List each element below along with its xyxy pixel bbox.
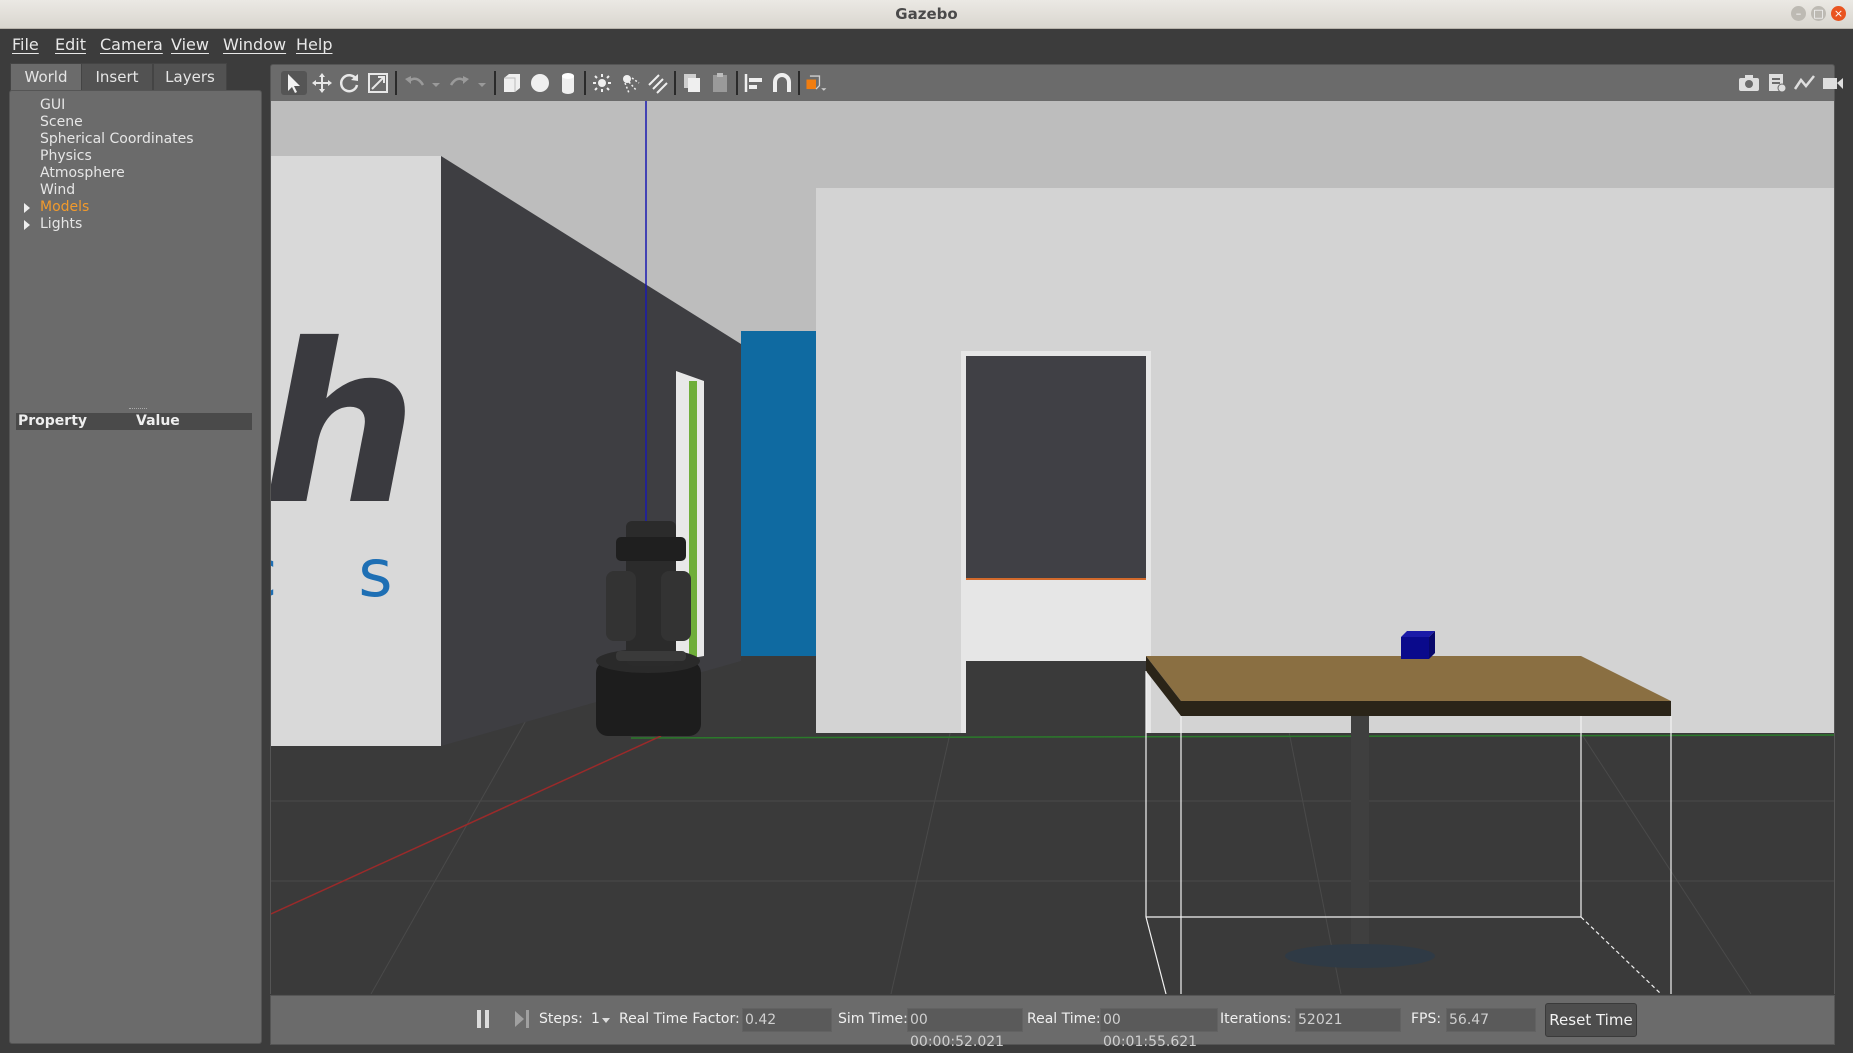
maximize-icon[interactable]: □ [1811, 6, 1826, 21]
tree-item-label: Models [40, 199, 90, 215]
menu-window[interactable]: Window [221, 33, 288, 56]
world-panel: GUI Scene Spherical Coordinates Physics … [9, 90, 262, 1044]
pause-icon[interactable] [475, 1010, 491, 1028]
blue-cube-model[interactable] [1401, 631, 1435, 659]
paste-icon[interactable] [707, 71, 733, 95]
scene-3d-viewport[interactable]: h c s [270, 101, 1835, 994]
window-title: Gazebo [895, 5, 958, 23]
tree-item-gui[interactable]: GUI [40, 97, 194, 114]
toolbar-separator [798, 71, 800, 95]
value-column-header: Value [136, 413, 180, 429]
plot-chart-icon[interactable] [1792, 71, 1818, 95]
blue-wall [741, 331, 816, 656]
copy-icon[interactable] [679, 71, 705, 95]
real-time-label: Real Time: [1027, 1011, 1101, 1027]
wall-logo-letter: h [271, 297, 418, 553]
tab-insert[interactable]: Insert [81, 63, 153, 91]
wall-logo-text: c s [271, 535, 423, 612]
translate-mode-icon[interactable] [309, 71, 335, 95]
steps-chevron-down-icon[interactable] [602, 1018, 610, 1023]
menu-bar: File Edit Camera View Window Help [0, 29, 1853, 61]
spot-light-icon[interactable] [617, 71, 643, 95]
menu-help[interactable]: Help [294, 33, 334, 56]
real-time-factor-label: Real Time Factor: [619, 1011, 740, 1027]
menu-edit[interactable]: Edit [53, 33, 88, 56]
fps-label: FPS: [1411, 1011, 1442, 1027]
tree-item-physics[interactable]: Physics [40, 148, 194, 165]
sim-time-field: 00 00:00:52.021 [907, 1008, 1023, 1050]
tree-item-lights[interactable]: Lights [24, 216, 194, 233]
toolbar-separator [674, 71, 676, 95]
tree-item-models[interactable]: Models [24, 199, 194, 216]
panel-splitter-handle[interactable] [129, 408, 147, 411]
view-angle-cube-icon[interactable] [803, 71, 833, 95]
fps-field: 56.47 [1446, 1008, 1536, 1032]
toolbar-separator [494, 71, 496, 95]
tree-item-label: Lights [40, 216, 83, 232]
reset-time-button[interactable]: Reset Time [1545, 1003, 1637, 1037]
doorway-opening [966, 356, 1146, 579]
log-record-icon[interactable] [1764, 71, 1790, 95]
step-forward-icon[interactable] [515, 1010, 531, 1028]
tree-item-scene[interactable]: Scene [40, 114, 194, 131]
point-light-icon[interactable] [589, 71, 615, 95]
iterations-field: 52021 [1295, 1008, 1401, 1032]
redo-history-chevron-down-icon[interactable] [469, 71, 486, 95]
property-table-header: Property Value [16, 413, 252, 430]
steps-label: Steps: [539, 1011, 583, 1027]
toolbar [270, 64, 1843, 102]
menu-file[interactable]: File [10, 33, 41, 56]
minimize-icon[interactable]: – [1791, 6, 1806, 21]
tree-item-atmosphere[interactable]: Atmosphere [40, 165, 194, 182]
box-shape-icon[interactable] [499, 71, 525, 95]
tree-item-spherical-coordinates[interactable]: Spherical Coordinates [40, 131, 194, 148]
tree-item-wind[interactable]: Wind [40, 182, 194, 199]
sphere-shape-icon[interactable] [527, 71, 553, 95]
scale-mode-icon[interactable] [365, 71, 391, 95]
menu-camera[interactable]: Camera [98, 33, 165, 56]
property-column-header: Property [18, 413, 88, 429]
screenshot-camera-icon[interactable] [1736, 71, 1762, 95]
undo-history-chevron-down-icon[interactable] [423, 71, 440, 95]
menu-view[interactable]: View [169, 33, 211, 56]
video-record-icon[interactable] [1820, 71, 1846, 95]
toolbar-separator [584, 71, 586, 95]
select-mode-icon[interactable] [281, 71, 307, 95]
cylinder-shape-icon[interactable] [555, 71, 581, 95]
rotate-mode-icon[interactable] [337, 71, 363, 95]
sim-time-label: Sim Time: [838, 1011, 908, 1027]
iterations-label: Iterations: [1220, 1011, 1292, 1027]
window-titlebar: Gazebo – □ × [0, 0, 1853, 29]
expand-arrow-icon[interactable] [24, 220, 30, 230]
steps-value[interactable]: 1 [591, 1011, 600, 1027]
directional-light-icon[interactable] [645, 71, 671, 95]
doorway-floor [966, 661, 1146, 733]
tab-world[interactable]: World [10, 63, 82, 91]
toolbar-separator [736, 71, 738, 95]
expand-arrow-icon[interactable] [24, 203, 30, 213]
snap-magnet-icon[interactable] [769, 71, 795, 95]
world-tree: GUI Scene Spherical Coordinates Physics … [24, 97, 194, 233]
simulation-status-bar: Steps: 1 Real Time Factor: 0.42 Sim Time… [270, 995, 1835, 1050]
real-time-field: 00 00:01:55.621 [1100, 1008, 1218, 1050]
close-icon[interactable]: × [1831, 6, 1846, 21]
real-time-factor-field: 0.42 [742, 1008, 832, 1032]
toolbar-separator [395, 71, 397, 95]
align-icon[interactable] [741, 71, 767, 95]
tab-layers[interactable]: Layers [153, 63, 227, 91]
